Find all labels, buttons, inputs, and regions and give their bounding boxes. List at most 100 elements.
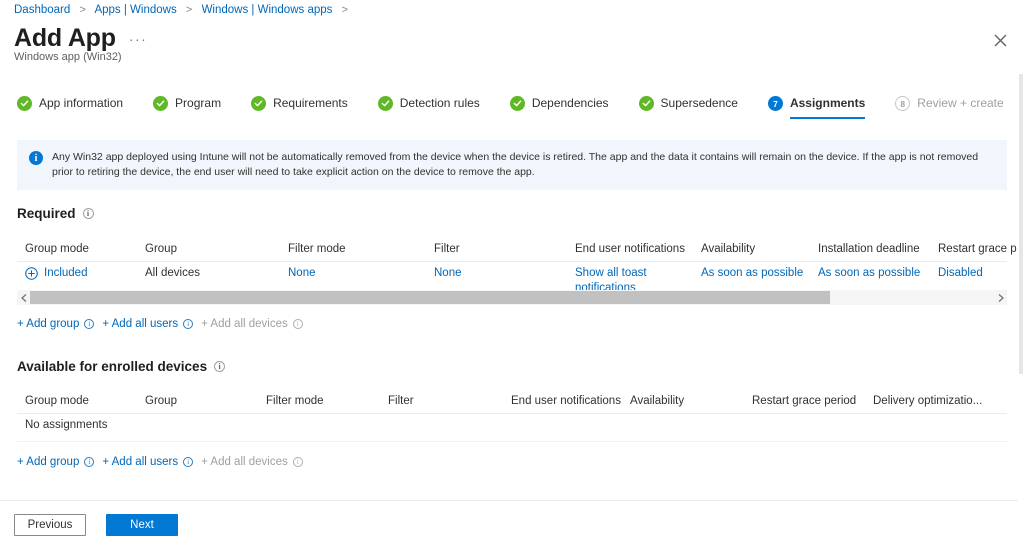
info-banner: i Any Win32 app deployed using Intune wi… (17, 140, 1007, 190)
column-header-end-user-notifications[interactable]: End user notifications (511, 392, 621, 410)
cell-availability[interactable]: As soon as possible (701, 266, 803, 281)
wizard-step-label: Review + create (917, 96, 1004, 110)
info-icon[interactable]: i (214, 361, 226, 372)
step-number-icon: 8 (895, 96, 911, 111)
column-header-installation-deadline[interactable]: Installation deadline (818, 240, 920, 258)
check-circle-icon (251, 96, 267, 111)
wizard-step-label: Assignments (789, 96, 866, 110)
scrollbar-track[interactable] (30, 290, 994, 305)
required-section-heading: Required i (17, 206, 94, 221)
wizard-step-assignments[interactable]: 7 Assignments (767, 96, 866, 119)
column-header-delivery-optimization[interactable]: Delivery optimizatio... (873, 392, 982, 410)
wizard-step-label: Dependencies (531, 96, 609, 110)
wizard-step-label: Requirements (273, 96, 348, 110)
required-heading-label: Required (17, 206, 76, 221)
previous-button[interactable]: Previous (14, 514, 86, 536)
column-header-group-mode[interactable]: Group mode (25, 392, 89, 410)
column-header-restart-grace-period[interactable]: Restart grace period (752, 392, 856, 410)
add-all-users-link[interactable]: + Add all users i (102, 318, 194, 330)
footer-divider (0, 500, 1024, 501)
column-header-filter-mode[interactable]: Filter mode (288, 240, 346, 258)
vertical-scrollbar-thumb[interactable] (1019, 74, 1023, 374)
wizard-step-review-create[interactable]: 8 Review + create (895, 96, 1004, 119)
scroll-right-arrow-icon[interactable] (994, 290, 1007, 305)
info-icon[interactable]: i (183, 457, 194, 467)
available-assignments-table: Group mode Group Filter mode Filter End … (17, 392, 1007, 442)
add-group-link[interactable]: + Add group i (17, 318, 95, 330)
breadcrumb-item-apps-windows[interactable]: Apps | Windows (94, 4, 176, 16)
add-group-label: + Add group (17, 318, 80, 330)
wizard-step-requirements[interactable]: Requirements (251, 96, 348, 119)
info-icon[interactable]: i (292, 319, 303, 329)
column-header-group[interactable]: Group (145, 392, 177, 410)
column-header-filter-mode[interactable]: Filter mode (266, 392, 324, 410)
check-circle-icon (153, 96, 169, 111)
info-icon[interactable]: i (84, 319, 95, 329)
next-button[interactable]: Next (106, 514, 178, 536)
table-header-row: Group mode Group Filter mode Filter End … (17, 392, 1007, 414)
table-row: Included All devices None None Show all … (17, 262, 1007, 294)
cell-installation-deadline[interactable]: As soon as possible (818, 266, 920, 281)
breadcrumb-item-windows-apps[interactable]: Windows | Windows apps (202, 4, 333, 16)
cell-filter[interactable]: None (434, 266, 462, 281)
wizard-footer: Previous Next (14, 514, 178, 536)
info-icon[interactable]: i (183, 319, 194, 329)
column-header-group[interactable]: Group (145, 240, 177, 258)
plus-circle-icon (25, 267, 38, 280)
column-header-end-user-notifications[interactable]: End user notifications (575, 240, 685, 258)
breadcrumb-item-dashboard[interactable]: Dashboard (14, 4, 70, 16)
wizard-step-app-information[interactable]: App information (17, 96, 123, 119)
column-header-group-mode[interactable]: Group mode (25, 240, 89, 258)
required-add-links: + Add group i + Add all users i + Add al… (17, 318, 303, 330)
page-title-row: Add App ··· (14, 24, 147, 52)
active-step-underline (789, 117, 866, 119)
check-circle-icon (509, 96, 525, 111)
add-group-label: + Add group (17, 456, 80, 468)
cell-group: All devices (145, 267, 200, 279)
breadcrumb-separator-icon: > (185, 4, 193, 16)
cell-filter-mode[interactable]: None (288, 266, 316, 281)
wizard-step-label: App information (39, 96, 124, 110)
available-heading-label: Available for enrolled devices (17, 359, 208, 374)
info-banner-text: Any Win32 app deployed using Intune will… (52, 151, 979, 178)
wizard-step-supersedence[interactable]: Supersedence (638, 96, 738, 119)
wizard-step-detection-rules[interactable]: Detection rules (377, 96, 480, 119)
column-header-availability[interactable]: Availability (701, 240, 755, 258)
vertical-scrollbar[interactable] (1018, 0, 1024, 540)
column-header-restart-grace-period[interactable]: Restart grace p (938, 240, 1017, 258)
more-options-icon[interactable]: ··· (129, 31, 148, 47)
add-all-users-label: + Add all users (102, 318, 179, 330)
add-app-wizard-page: Dashboard > Apps | Windows > Windows | W… (0, 0, 1024, 540)
wizard-step-label: Supersedence (660, 96, 738, 110)
wizard-step-program[interactable]: Program (153, 96, 221, 119)
wizard-step-dependencies[interactable]: Dependencies (509, 96, 609, 119)
add-all-users-label: + Add all users (102, 456, 179, 468)
check-circle-icon (377, 96, 393, 111)
scroll-left-arrow-icon[interactable] (17, 290, 30, 305)
cell-group-mode[interactable]: Included (25, 266, 87, 281)
page-subtitle: Windows app (Win32) (14, 51, 122, 63)
no-assignments-text: No assignments (25, 419, 108, 431)
info-icon[interactable]: i (292, 457, 303, 467)
wizard-step-label: Detection rules (399, 96, 480, 110)
scrollbar-thumb[interactable] (30, 291, 831, 304)
column-header-availability[interactable]: Availability (630, 392, 684, 410)
column-header-filter[interactable]: Filter (388, 392, 414, 410)
empty-state-row: No assignments (17, 414, 1007, 442)
info-icon[interactable]: i (82, 208, 94, 219)
add-all-devices-label: + Add all devices (201, 318, 288, 330)
horizontal-scrollbar[interactable] (17, 290, 1007, 305)
add-all-devices-link: + Add all devices i (201, 318, 303, 330)
available-section-heading: Available for enrolled devices i (17, 359, 226, 374)
info-icon: i (29, 151, 43, 165)
close-icon[interactable] (986, 26, 1014, 54)
page-title: Add App (14, 24, 116, 52)
column-header-filter[interactable]: Filter (434, 240, 460, 258)
wizard-step-label: Program (175, 96, 222, 110)
step-number-icon: 7 (767, 96, 783, 111)
cell-restart-grace-period[interactable]: Disabled (938, 266, 983, 281)
info-icon[interactable]: i (84, 457, 95, 467)
add-all-users-link[interactable]: + Add all users i (102, 456, 194, 468)
add-group-link[interactable]: + Add group i (17, 456, 95, 468)
available-add-links: + Add group i + Add all users i + Add al… (17, 456, 303, 468)
